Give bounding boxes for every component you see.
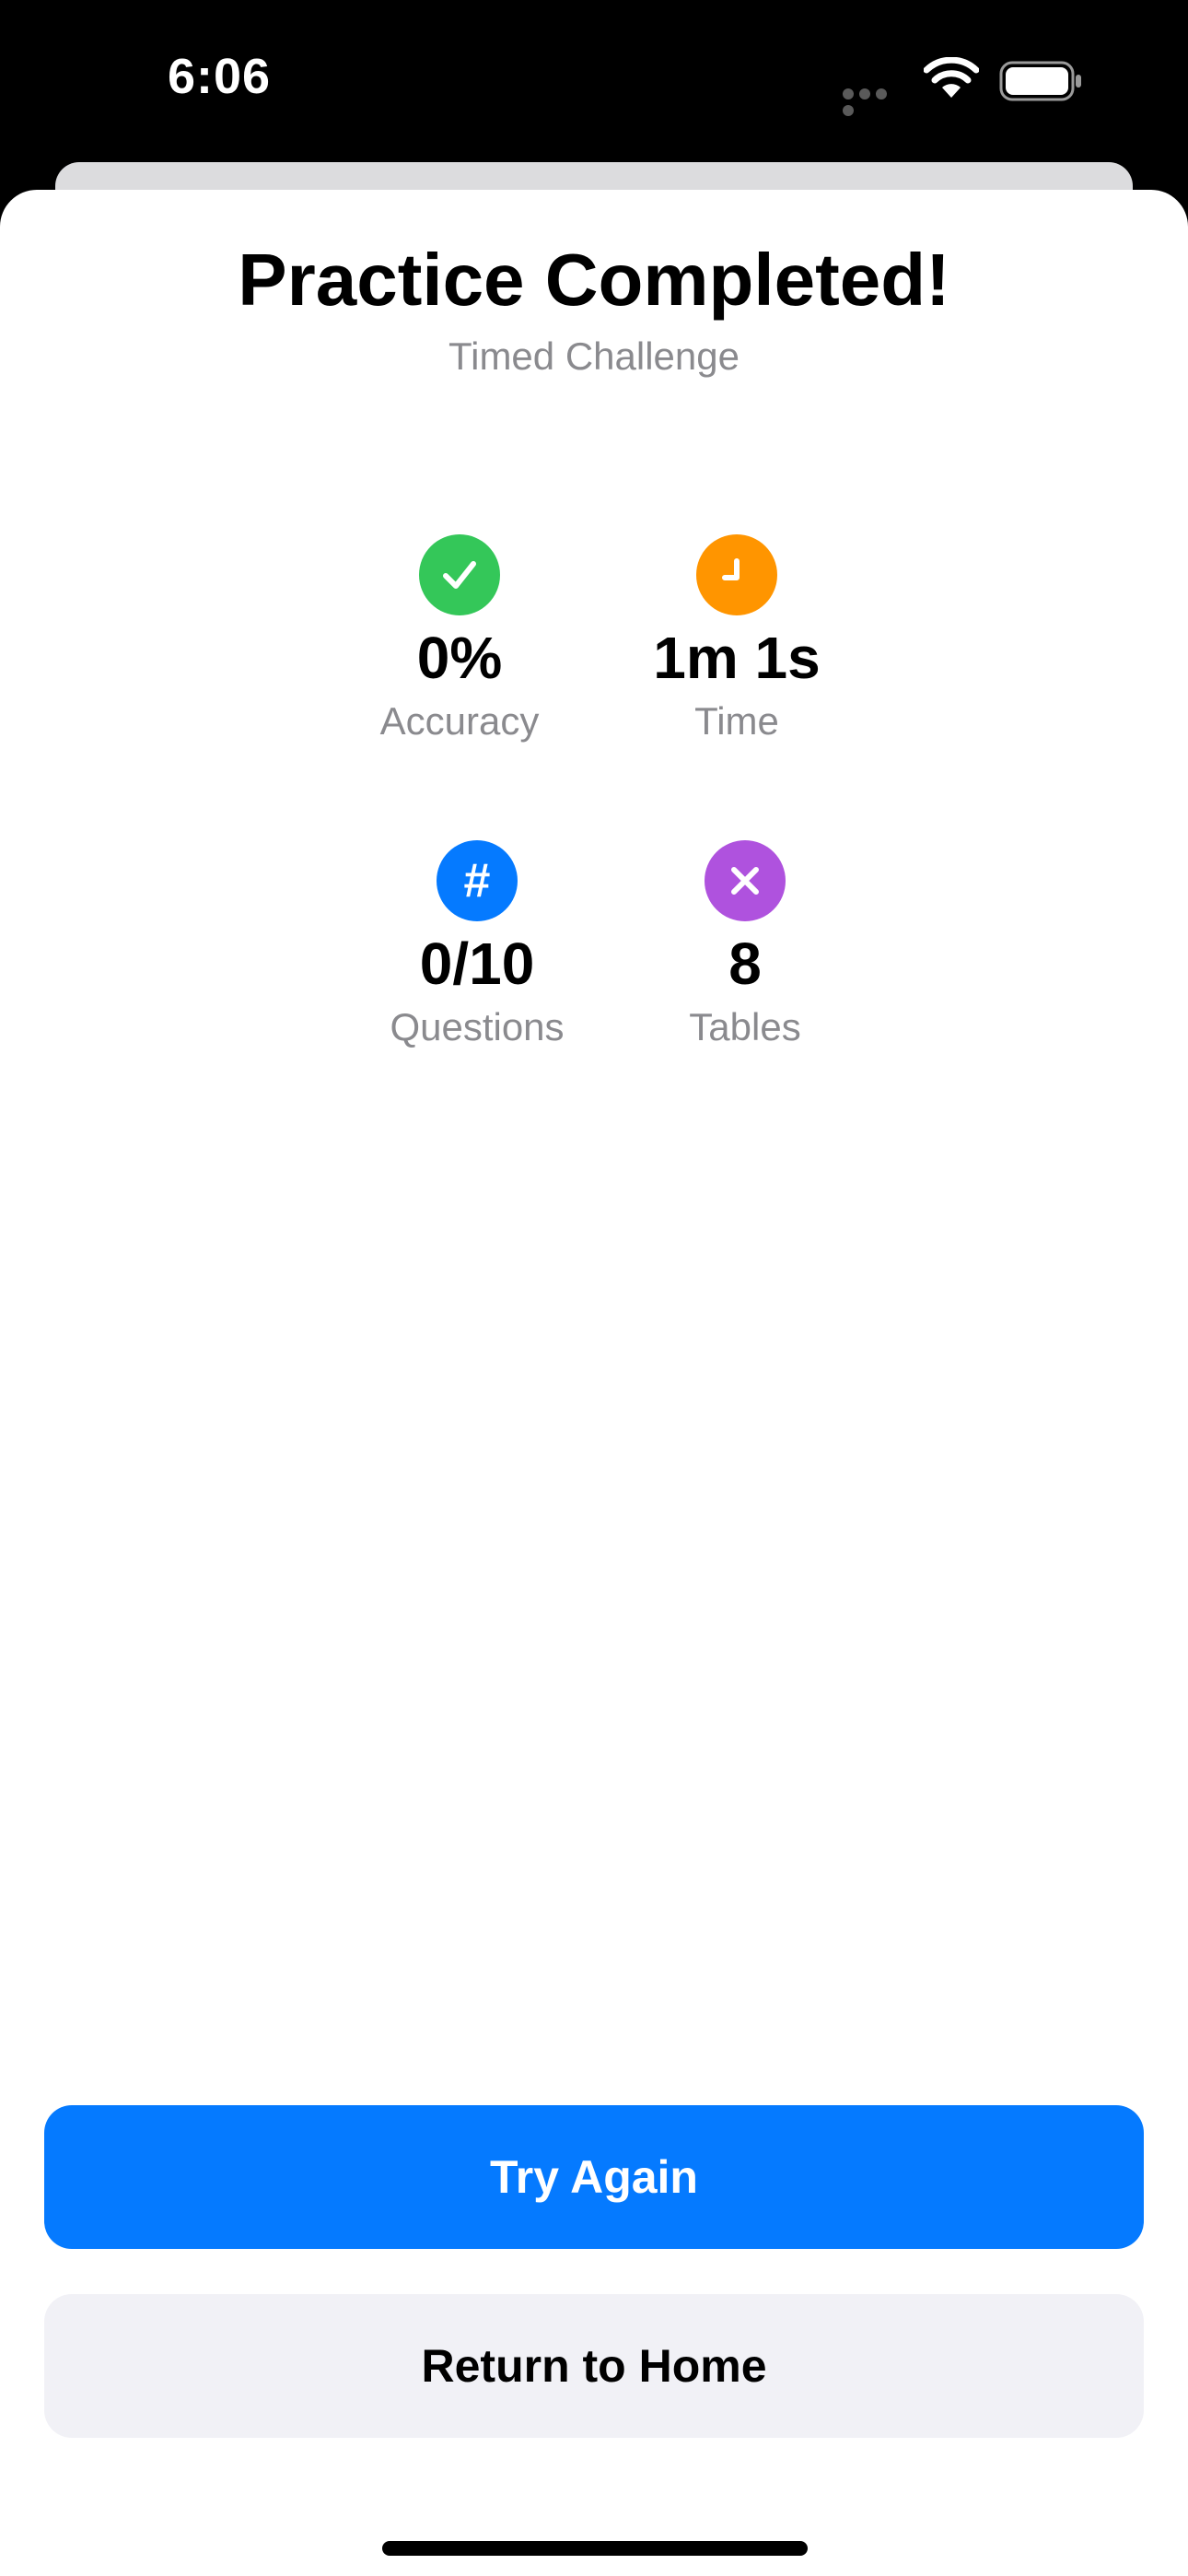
stat-accuracy: 0% Accuracy — [312, 534, 607, 746]
hash-icon: # — [437, 840, 518, 921]
stat-time: 1m 1s Time — [589, 534, 884, 746]
questions-value: 0/10 — [419, 931, 535, 997]
tables-value: 8 — [728, 931, 762, 997]
time-value: 1m 1s — [653, 625, 821, 691]
accuracy-value: 0% — [416, 625, 503, 691]
stat-questions: # 0/10 Questions — [330, 840, 624, 1052]
battery-icon — [999, 61, 1081, 101]
home-indicator[interactable] — [382, 2541, 808, 2556]
questions-label: Questions — [390, 1005, 565, 1048]
tables-label: Tables — [689, 1005, 801, 1048]
clock-icon — [696, 534, 777, 615]
stat-tables: 8 Tables — [598, 840, 892, 1052]
wifi-icon — [924, 57, 979, 98]
time-label: Time — [694, 699, 779, 743]
status-time: 6:06 — [168, 49, 272, 104]
signal-icon — [843, 88, 907, 116]
try-again-button[interactable]: Try Again — [44, 2105, 1144, 2249]
return-home-button[interactable]: Return to Home — [44, 2294, 1144, 2438]
accuracy-label: Accuracy — [379, 699, 540, 743]
mode-subtitle: Timed Challenge — [448, 334, 740, 378]
checkmark-icon — [419, 534, 500, 615]
page-title: Practice Completed! — [238, 239, 950, 321]
status-bar: 6:06 — [0, 0, 1188, 166]
multiply-icon — [705, 840, 786, 921]
